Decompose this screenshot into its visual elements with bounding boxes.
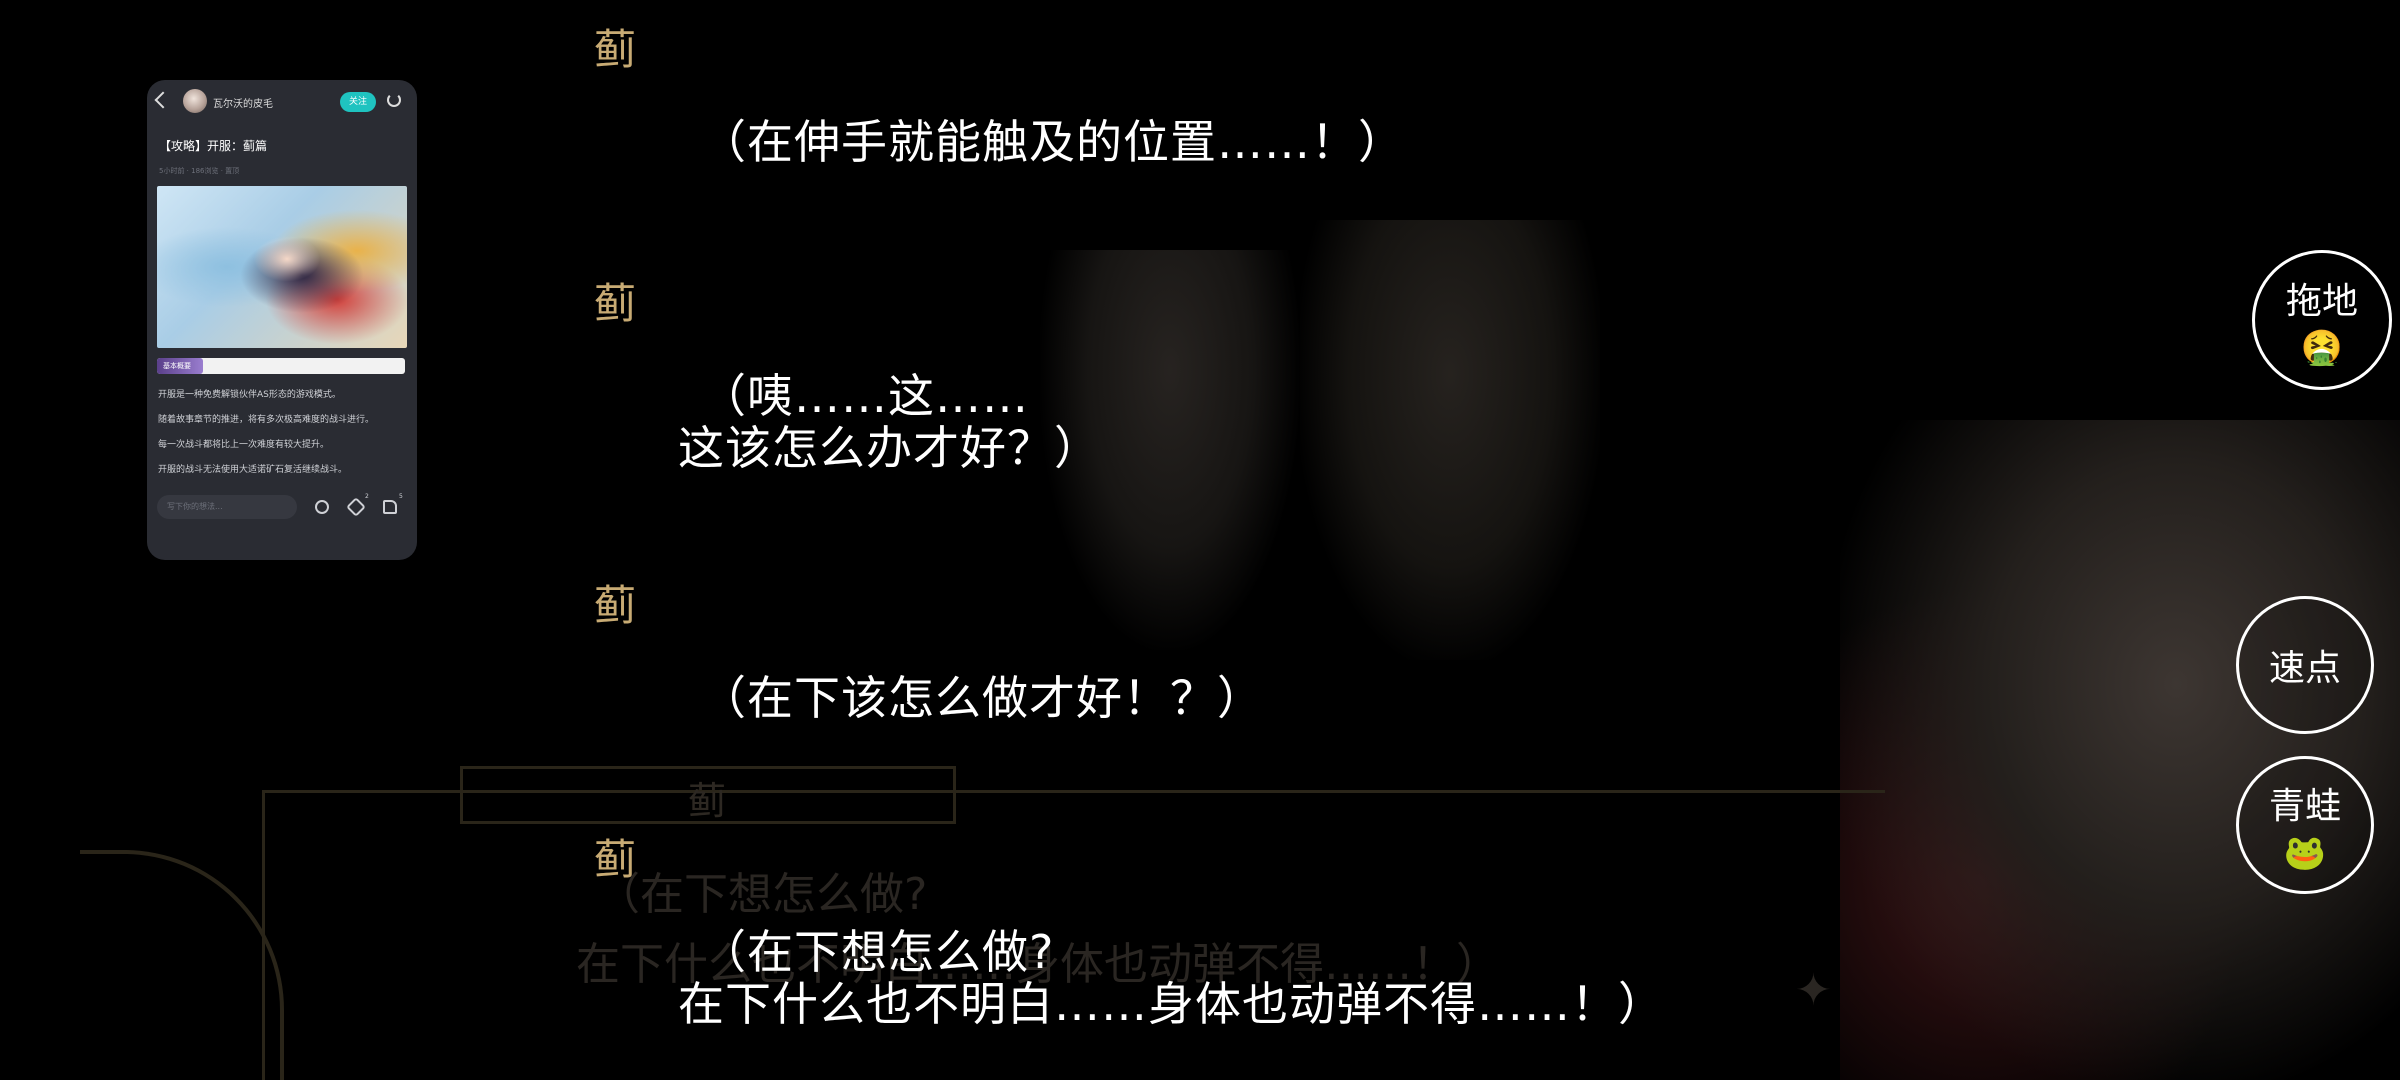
ghost-speaker-name: 蓟 (688, 779, 727, 823)
vomit-emoji-icon: 🤮 (2300, 328, 2344, 368)
author-name[interactable]: 瓦尔沃的皮毛 (213, 95, 273, 110)
star-icon[interactable] (346, 497, 366, 517)
article-paragraph: 随着故事章节的推进，将有多次极高难度的战斗进行。 (158, 415, 375, 425)
dialogue-line: 在下什么也不明白……身体也动弹不得……！） (678, 977, 1665, 1031)
speaker-name: 蓟 (594, 25, 637, 74)
like-count: 5 (399, 493, 403, 500)
follow-button[interactable]: 关注 (340, 92, 376, 112)
chibi-character-right (1300, 220, 1600, 660)
article-meta: 5小时前 · 186浏览 · 置顶 (159, 167, 240, 175)
floating-guide-card[interactable]: 瓦尔沃的皮毛 关注 【攻略】开服：蓟篇 5小时前 · 186浏览 · 置顶 基本… (147, 80, 417, 560)
star-count: 2 (365, 493, 369, 500)
frog-button[interactable]: 青蛙 🐸 (2236, 756, 2374, 894)
article-paragraph: 开服是一种免费解锁伙伴AS形态的游戏模式。 (158, 390, 341, 400)
ghost-dialogue-line: （在下想怎么做? (596, 869, 928, 920)
article-title: 【攻略】开服：蓟篇 (159, 139, 268, 153)
frog-emoji-icon: 🐸 (2283, 833, 2327, 873)
chat-icon[interactable] (315, 500, 329, 514)
section-tag-bar: 基本概要 (157, 358, 405, 374)
dialogue-line: （在伸手就能触及的位置……！） (700, 115, 1405, 169)
mop-button-label: 拖地 (2285, 281, 2358, 322)
section-tag: 基本概要 (157, 358, 203, 374)
speaker-name: 蓟 (594, 279, 637, 328)
character-portrait (1840, 420, 2400, 1080)
speaker-name: 蓟 (594, 835, 637, 884)
quick-tap-button-label: 速点 (2268, 648, 2341, 689)
dialogue-line: （在下该怎么做才好！？） (700, 671, 1264, 725)
article-paragraph: 每一次战斗都将比上一次难度有较大提升。 (158, 440, 330, 450)
avatar[interactable] (183, 89, 207, 113)
mop-button[interactable]: 拖地 🤮 (2252, 250, 2392, 390)
article-cover-image[interactable] (157, 186, 407, 348)
dialogue-line: 这该怎么办才好？） (678, 421, 1101, 475)
card-header: 瓦尔沃的皮毛 关注 (147, 80, 417, 124)
quick-tap-button[interactable]: 速点 (2236, 596, 2374, 734)
like-icon[interactable] (383, 500, 397, 514)
emblem-icon: ✦ (1795, 965, 1832, 1016)
article-paragraph: 开服的战斗无法使用大适诺矿石复活继续战斗。 (158, 465, 348, 475)
frame-ornament (80, 850, 284, 1080)
frog-button-label: 青蛙 (2268, 786, 2341, 827)
back-icon[interactable] (154, 91, 172, 109)
speaker-name: 蓟 (594, 581, 637, 630)
comment-input[interactable]: 写下你的想法... (157, 495, 297, 519)
share-icon[interactable] (387, 93, 401, 107)
